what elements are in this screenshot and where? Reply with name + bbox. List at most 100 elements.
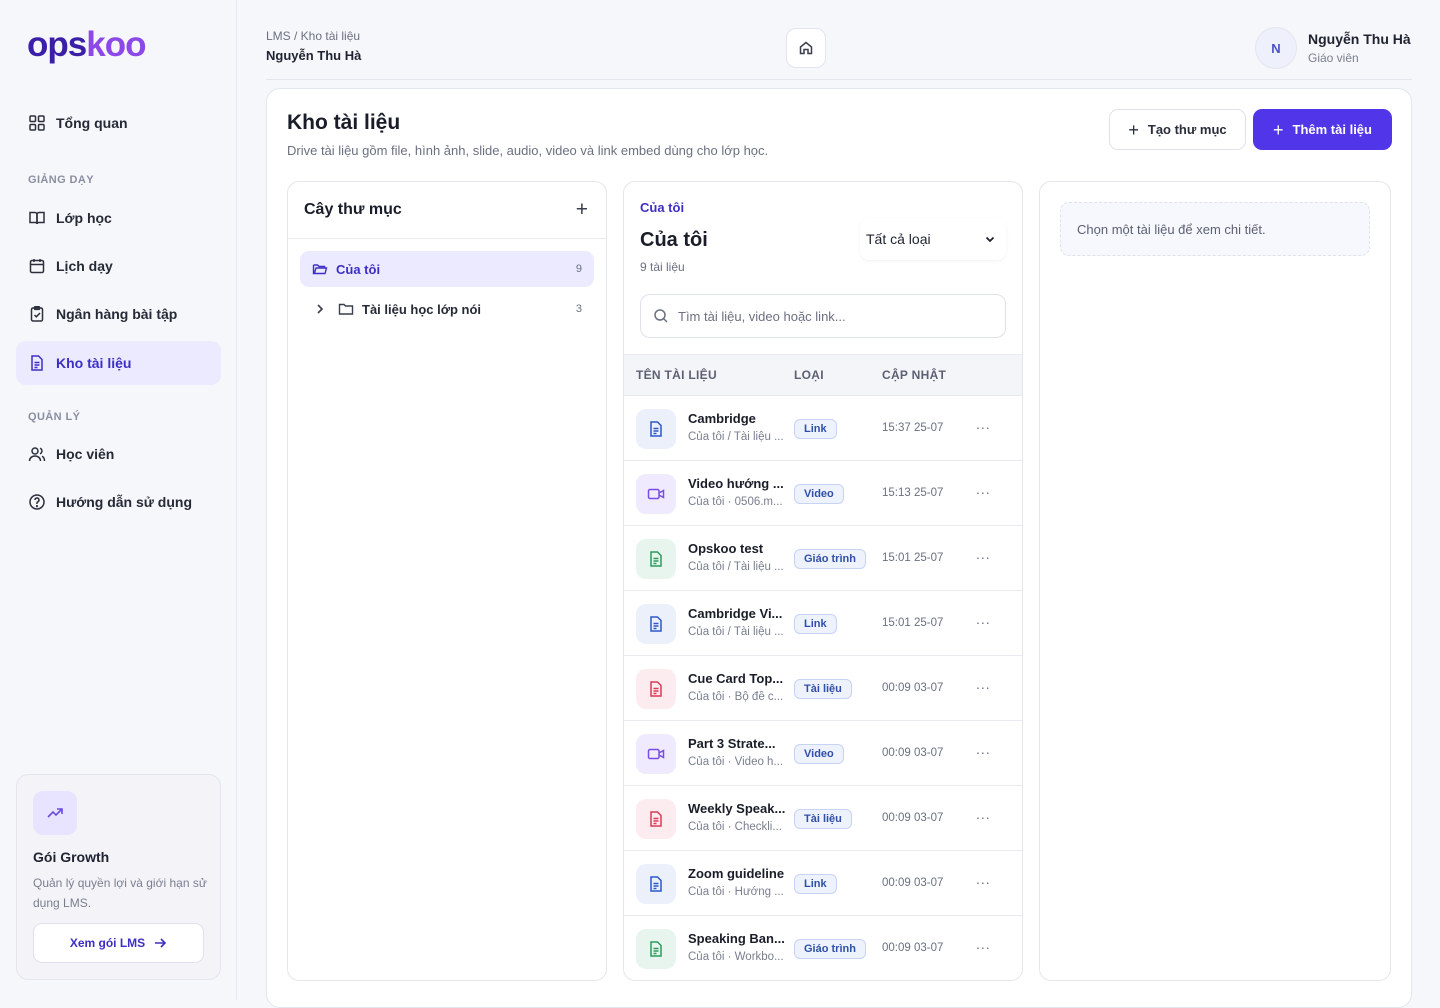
doc-type-badge: Giáo trình xyxy=(794,549,866,569)
doc-updated: 15:13 25-07 xyxy=(882,487,944,499)
doc-name: Cambridge xyxy=(688,411,756,426)
table-row[interactable]: Cue Card Top... Của tôi · Bộ đề c... Tài l… xyxy=(624,656,1022,721)
home-icon xyxy=(798,40,814,56)
folder-tree-panel: Cây thư mục + Của tôi 9 Tài liệu học lớp… xyxy=(287,181,607,981)
documents-panel: Của tôi Của tôi 9 tài liệu Tất cả loại T… xyxy=(623,181,1023,981)
doc-type-badge: Video xyxy=(794,744,844,764)
table-row[interactable]: Zoom guideline Của tôi · Hướng ... Link 00:… xyxy=(624,851,1022,916)
help-icon xyxy=(28,493,46,511)
clipboard-icon xyxy=(28,305,46,323)
sidebar-item-label: Tổng quan xyxy=(56,115,128,131)
document-icon xyxy=(636,669,676,709)
docs-title: Của tôi xyxy=(640,229,708,251)
table-row[interactable]: Part 3 Strate... Của tôi · Video h... Vide… xyxy=(624,721,1022,786)
column-updated[interactable]: CẬP NHẬT xyxy=(882,368,946,382)
more-options-button[interactable]: ... xyxy=(976,806,991,822)
doc-updated: 00:09 03-07 xyxy=(882,747,944,759)
doc-name: Cambridge Vi... xyxy=(688,606,783,621)
search-input[interactable]: Tìm tài liệu, video hoặc link... xyxy=(640,294,1006,338)
more-options-button[interactable]: ... xyxy=(976,741,991,757)
sidebar-item-help[interactable]: Hướng dẫn sử dụng xyxy=(16,480,221,524)
avatar[interactable]: N xyxy=(1255,27,1297,69)
home-button[interactable] xyxy=(786,28,826,68)
page-subtitle: Drive tài liệu gồm file, hình ảnh, slide… xyxy=(287,143,769,158)
column-type[interactable]: LOẠI xyxy=(794,368,824,382)
doc-path: Của tôi · 0506.m... xyxy=(688,496,783,508)
more-options-button[interactable]: ... xyxy=(976,416,991,432)
doc-name: Opskoo test xyxy=(688,541,764,556)
sidebar-item-overview[interactable]: Tổng quan xyxy=(16,101,221,145)
view-plan-button[interactable]: Xem gói LMS xyxy=(33,923,204,963)
more-options-button[interactable]: ... xyxy=(976,611,991,627)
doc-updated: 15:01 25-07 xyxy=(882,617,944,629)
section-manage-label: QUẢN LÝ xyxy=(28,411,81,423)
folder-tree-header: Cây thư mục + xyxy=(288,182,606,239)
breadcrumb: LMS / Kho tài liệu xyxy=(266,29,361,43)
table-header: TÊN TÀI LIỆU LOẠI CẬP NHẬT xyxy=(624,354,1022,396)
document-icon xyxy=(636,409,676,449)
table-row[interactable]: Cambridge Của tôi / Tài liệu ... Link 15:37… xyxy=(624,396,1022,461)
sidebar-item-label: Lịch dạy xyxy=(56,258,113,274)
doc-name: Video hướng ... xyxy=(688,476,784,491)
grid-icon xyxy=(28,114,46,132)
more-options-button[interactable]: ... xyxy=(976,546,991,562)
sidebar-item-documents[interactable]: Kho tài liệu xyxy=(16,341,221,385)
type-filter-select[interactable]: Tất cả loại xyxy=(860,218,1006,260)
sidebar-item-classes[interactable]: Lớp học xyxy=(16,196,221,240)
table-row[interactable]: Speaking Ban... Của tôi · Workbo... Giáo t… xyxy=(624,916,1022,980)
docs-count: 9 tài liệu xyxy=(640,260,685,274)
chevron-right-icon[interactable] xyxy=(314,303,326,315)
doc-name: Zoom guideline xyxy=(688,866,785,881)
sidebar-item-exercise-bank[interactable]: Ngân hàng bài tập xyxy=(16,292,221,336)
doc-path: Của tôi / Tài liệu ... xyxy=(688,626,784,638)
more-options-button[interactable]: ... xyxy=(976,676,991,692)
sidebar-item-students[interactable]: Học viên xyxy=(16,432,221,476)
sidebar-item-schedule[interactable]: Lịch dạy xyxy=(16,244,221,288)
create-folder-button[interactable]: + Tạo thư mục xyxy=(1109,109,1246,150)
column-name[interactable]: TÊN TÀI LIỆU xyxy=(636,368,717,382)
opskoo-logo[interactable]: opskoo xyxy=(27,25,146,65)
add-document-label: Thêm tài liệu xyxy=(1292,122,1372,137)
sidebar-item-label: Lớp học xyxy=(56,210,112,226)
docs-eyebrow: Của tôi xyxy=(640,200,685,215)
folder-row-root[interactable]: Của tôi 9 xyxy=(300,251,594,287)
chevron-down-icon xyxy=(984,233,996,245)
section-teaching-label: GIẢNG DẠY xyxy=(28,174,94,186)
doc-type-badge: Link xyxy=(794,419,837,439)
document-icon xyxy=(636,799,676,839)
table-row[interactable]: Cambridge Vi... Của tôi / Tài liệu ... Lin… xyxy=(624,591,1022,656)
sidebar-item-label: Hướng dẫn sử dụng xyxy=(56,494,192,510)
more-options-button[interactable]: ... xyxy=(976,481,991,497)
doc-path: Của tôi · Checkli... xyxy=(688,821,782,833)
table-row[interactable]: Weekly Speak... Của tôi · Checkli... Tài l… xyxy=(624,786,1022,851)
doc-path: Của tôi / Tài liệu ... xyxy=(688,561,784,573)
doc-updated: 00:09 03-07 xyxy=(882,812,944,824)
doc-type-badge: Tài liệu xyxy=(794,809,852,829)
add-folder-icon[interactable]: + xyxy=(576,198,588,222)
more-options-button[interactable]: ... xyxy=(976,936,991,952)
document-icon xyxy=(28,354,46,372)
video-icon xyxy=(636,474,676,514)
sidebar-item-label: Ngân hàng bài tập xyxy=(56,306,178,322)
table-row[interactable]: Opskoo test Của tôi / Tài liệu ... Giáo tr… xyxy=(624,526,1022,591)
doc-name: Cue Card Top... xyxy=(688,671,784,686)
page-title: Kho tài liệu xyxy=(287,111,401,134)
main-content: Kho tài liệu Drive tài liệu gồm file, hì… xyxy=(266,88,1412,1008)
user-role: Giáo viên xyxy=(1308,51,1359,65)
folder-label: Tài liệu học lớp nói xyxy=(362,301,482,317)
arrow-right-icon xyxy=(153,936,167,950)
folder-open-icon xyxy=(312,261,328,277)
doc-type-badge: Tài liệu xyxy=(794,679,852,699)
book-icon xyxy=(28,209,46,227)
folder-row-child[interactable]: Tài liệu học lớp nói 3 xyxy=(300,291,594,327)
detail-panel: Chọn một tài liệu để xem chi tiết. xyxy=(1039,181,1391,981)
table-row[interactable]: Video hướng ... Của tôi · 0506.m... Video 1… xyxy=(624,461,1022,526)
folder-count: 3 xyxy=(575,303,582,315)
search-icon xyxy=(653,308,669,324)
doc-type-badge: Giáo trình xyxy=(794,939,866,959)
more-options-button[interactable]: ... xyxy=(976,871,991,887)
sidebar-item-label: Học viên xyxy=(56,446,115,462)
add-document-button[interactable]: + Thêm tài liệu xyxy=(1253,109,1392,150)
sidebar: opskoo Tổng quan GIẢNG DẠY Lớp học Lịch … xyxy=(0,0,237,1000)
doc-name: Part 3 Strate... xyxy=(688,736,776,751)
